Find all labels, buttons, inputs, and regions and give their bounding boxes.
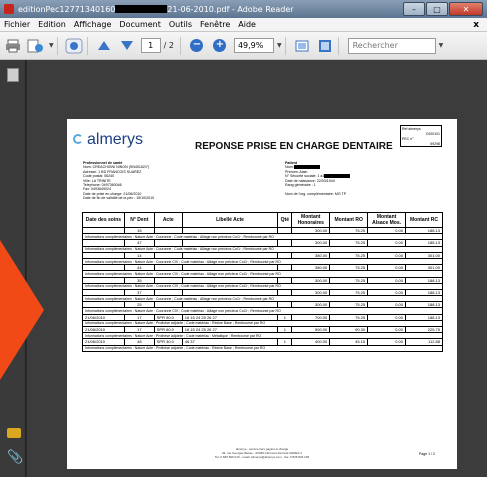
info-text: Prénom: Alain (285, 169, 308, 174)
separator (179, 36, 181, 55)
info-text: Adresse: 1 BD FRANCOIS SUAREZ (83, 169, 142, 174)
security-icon[interactable] (7, 428, 21, 438)
info-cell: Informations complémentaires : Nature Ac… (82, 344, 443, 352)
info-text: Patient (285, 161, 297, 165)
zoom-level-input[interactable]: 49,9% (233, 38, 274, 53)
info-text: Professionnel de santé (83, 161, 123, 165)
separator (86, 36, 88, 55)
fit-width-button[interactable] (315, 36, 335, 56)
column-header: Date des soins (82, 212, 125, 228)
fit-width-icon (318, 39, 331, 52)
page-thumbnails-icon[interactable] (7, 68, 19, 82)
fit-page-button[interactable] (292, 36, 312, 56)
menu-aide[interactable]: Aide (234, 20, 260, 29)
info-line: Nom de l'org. complémentaire: MG TP (285, 192, 415, 196)
menu-bar: Fichier Edition Affichage Document Outil… (0, 18, 487, 32)
window-title-right: 21-06-2010.pdf - Adobe Reader (167, 4, 294, 14)
collaborate-button[interactable] (64, 36, 84, 56)
document-title: REPONSE PRISE EN CHARGE DENTAIRE (195, 141, 393, 152)
ref-line: 59298 (430, 142, 440, 146)
maximize-button[interactable]: □ (426, 2, 448, 16)
professional-info: Professionnel de santé Nom: CREACHIGNI NI… (83, 161, 203, 201)
previous-page-button[interactable] (94, 36, 114, 56)
document-footer: almerys - service tiers payant et charge… (197, 447, 327, 459)
column-header: Montant Honoraires (291, 212, 331, 228)
info-text: Ville: LA TRINITE (83, 178, 111, 183)
info-line: Date de fin de validité de la pec : 15/1… (83, 196, 203, 200)
printer-icon (6, 39, 20, 52)
column-header: Acte (153, 212, 183, 228)
arrow-down-icon (120, 41, 133, 50)
fit-page-icon (295, 40, 309, 51)
column-header: N° Dent (123, 212, 155, 228)
info-text: Nom: CREACHIGNI NINON (SN40162/7) (83, 165, 150, 170)
column-header: Montant Alsace Mos. (367, 212, 407, 228)
orange-arrow-icon (0, 240, 44, 380)
minus-icon: − (190, 39, 204, 52)
menu-affichage[interactable]: Affichage (70, 20, 116, 29)
plus-icon: + (213, 39, 227, 52)
arrow-up-icon (97, 41, 110, 50)
menu-fenetre[interactable]: Fenêtre (196, 20, 234, 29)
menu-fichier[interactable]: Fichier (0, 20, 34, 29)
info-text: N° Sécurité sociale: 1 a1 (285, 174, 325, 179)
column-header: Montant RO (329, 212, 369, 228)
info-text: Date de fin de validité de la pec : 15/1… (83, 196, 155, 201)
table-info-row: Informations complémentaires : Nature Ac… (82, 344, 443, 352)
page-number-input[interactable]: 1 (140, 38, 161, 53)
column-header: Montant RC (405, 212, 443, 228)
share-dropdown-icon[interactable]: ▼ (49, 42, 54, 49)
share-icon (27, 39, 43, 52)
patient-info: Patient Nom: Prénom: Alain N° Sécurité soci… (285, 161, 415, 196)
acts-table: Date des soins N° Dent Acte Libellé Acte… (82, 212, 443, 352)
almerys-logo-icon (73, 134, 83, 144)
close-button[interactable]: ✕ (449, 2, 483, 16)
pdf-page: almerys REPONSE PRISE EN CHARGE DENTAIRE… (67, 119, 457, 469)
separator (337, 36, 339, 55)
menu-outils[interactable]: Outils (165, 20, 196, 29)
info-text: Nom: (285, 165, 294, 170)
column-header: Libellé Acte (181, 212, 279, 228)
search-input[interactable]: Rechercher (347, 37, 436, 54)
adobe-reader-icon (4, 4, 14, 14)
menu-edition[interactable]: Edition (34, 20, 70, 29)
company-logo: almerys (87, 131, 144, 148)
print-button[interactable] (3, 36, 23, 56)
zoom-out-button[interactable]: − (187, 36, 207, 56)
search-dropdown-icon[interactable]: ▼ (439, 42, 444, 49)
info-text: Date de prise en charge: 21/06/2010 (83, 191, 142, 196)
footer-line: Tel: 0 825 826 010 - email: almerys@alme… (214, 454, 310, 459)
window-title: editionPec12771340160 21-06-2010.pdf - Ad… (18, 5, 402, 14)
zoom-dropdown-icon[interactable]: ▼ (277, 42, 282, 49)
info-text: Code postal: 06240 (83, 174, 115, 179)
separator (284, 36, 286, 55)
page-count: / 2 (163, 41, 174, 50)
zoom-in-button[interactable]: + (210, 36, 230, 56)
page-number-label: Page 1 / 2 (419, 452, 435, 456)
next-page-button[interactable] (117, 36, 137, 56)
document-close-button[interactable]: x (473, 20, 479, 30)
info-text: Date de naissance: 22/03/1944 (285, 178, 335, 183)
info-text: Telephone: 0497360046 (83, 183, 122, 188)
separator (56, 36, 58, 55)
document-view[interactable]: almerys REPONSE PRISE EN CHARGE DENTAIRE… (27, 60, 487, 477)
title-bar: editionPec12771340160 21-06-2010.pdf - Ad… (0, 0, 487, 18)
column-header: Qté (277, 212, 293, 228)
menu-document[interactable]: Document (115, 20, 164, 29)
table-header-row: Date des soins N° Dent Acte Libellé Acte… (82, 212, 443, 228)
share-button[interactable] (26, 36, 46, 56)
window-title-left: editionPec12771340160 (18, 4, 116, 14)
collaborate-icon (65, 38, 83, 53)
redacted-block (115, 5, 168, 13)
reference-box: Ref almerys C000101 PEC n° 59298 (400, 125, 442, 147)
info-text: Rang géméraire : 1 (285, 183, 316, 188)
info-text: Nom de l'org. complémentaire: MG TP (285, 191, 347, 196)
toolbar: ▼ 1 / 2 − + 49,9% ▼ Rechercher ▼ (0, 32, 487, 60)
minimize-button[interactable]: – (403, 2, 425, 16)
attachment-icon[interactable]: 📎 (7, 450, 23, 465)
info-text: Fax: 0493649024 (83, 187, 111, 192)
